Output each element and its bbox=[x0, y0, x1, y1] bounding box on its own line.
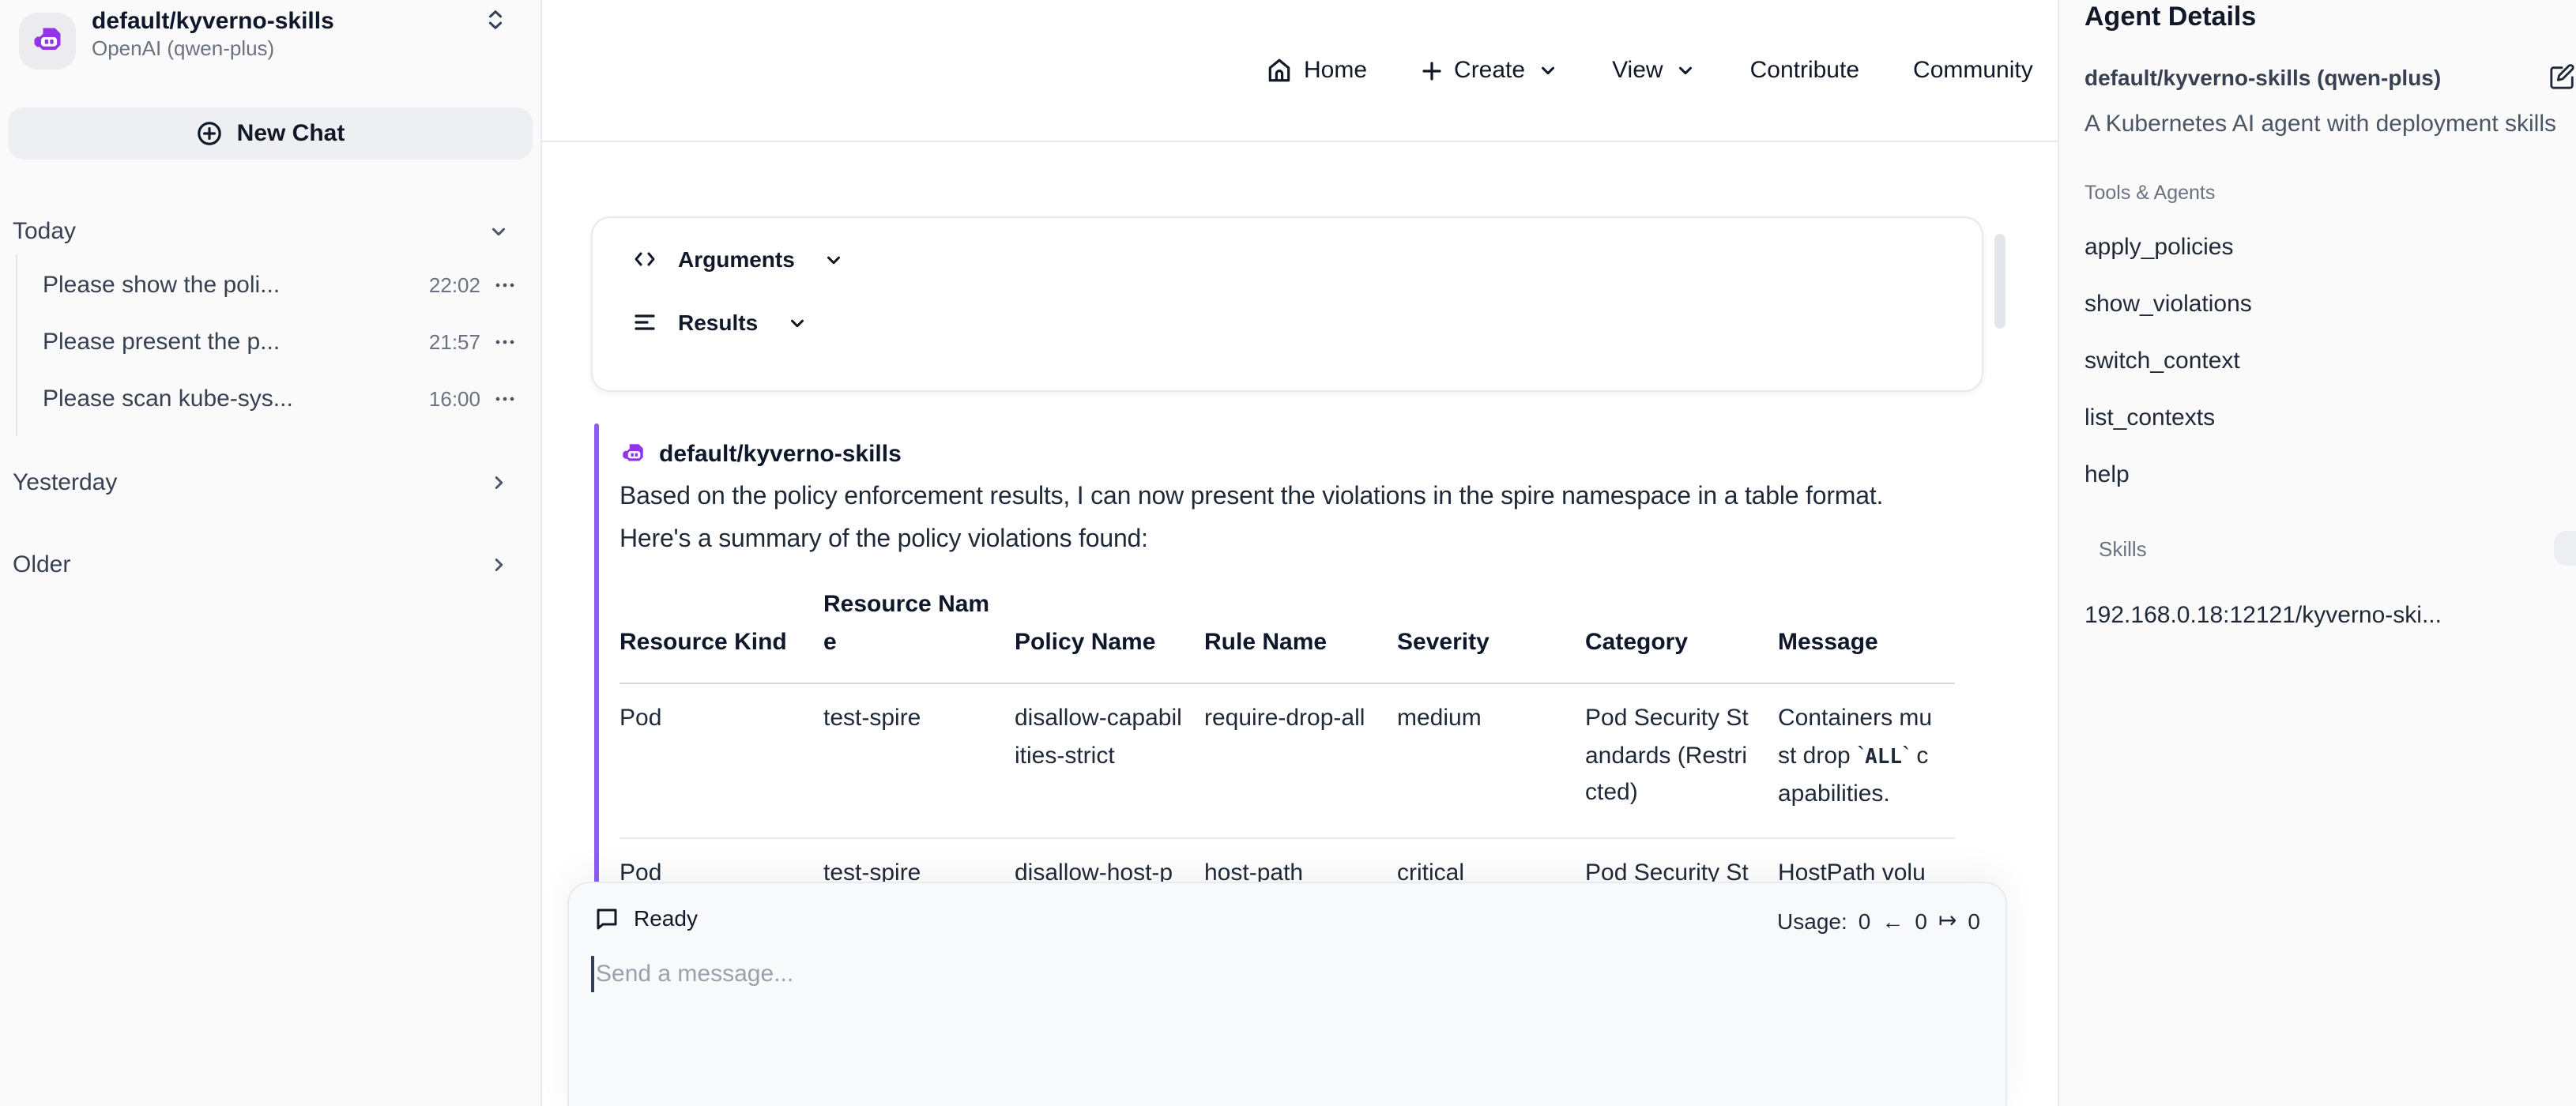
table-row: Pod test-spire disallow-capabilities-str… bbox=[620, 684, 1955, 838]
nav-view[interactable]: View bbox=[1612, 57, 1697, 84]
chevron-down-icon bbox=[786, 312, 807, 333]
more-options-icon[interactable] bbox=[493, 273, 517, 297]
text-cursor bbox=[591, 956, 593, 992]
tools-section-label: Tools & Agents bbox=[2085, 182, 2215, 204]
message-paragraph: Based on the policy enforcement results,… bbox=[620, 480, 1955, 515]
column-header: Resource Name bbox=[823, 586, 1015, 662]
status-text: Ready bbox=[634, 905, 698, 931]
code-icon bbox=[632, 246, 657, 272]
results-toggle[interactable]: Results bbox=[632, 310, 807, 335]
column-header: Resource Kind bbox=[620, 624, 823, 662]
section-yesterday[interactable]: Yesterday bbox=[13, 469, 529, 496]
column-header: Message bbox=[1778, 624, 1955, 662]
skills-section-label: Skills bbox=[2099, 536, 2147, 560]
usage-stats: Usage: 0 ← 0 ↦ 0 bbox=[1777, 907, 1980, 934]
agent-description: A Kubernetes AI agent with deployment sk… bbox=[2085, 111, 2559, 137]
section-older[interactable]: Older bbox=[13, 551, 529, 578]
chat-time: 22:02 bbox=[429, 273, 480, 297]
tool-item-switch-context[interactable]: switch_context bbox=[2085, 348, 2576, 374]
agent-details-name: default/kyverno-skills (qwen-plus) bbox=[2085, 65, 2527, 90]
chevron-down-icon bbox=[1538, 60, 1558, 81]
section-guide-line bbox=[16, 254, 17, 436]
chat-bubble-icon bbox=[594, 905, 620, 931]
agent-avatar bbox=[19, 13, 76, 70]
nav-community[interactable]: Community bbox=[1913, 57, 2033, 84]
nav-create[interactable]: Create bbox=[1421, 57, 1558, 84]
message-author-name: default/kyverno-skills bbox=[659, 441, 902, 468]
edit-agent-button[interactable] bbox=[2549, 63, 2576, 90]
chevron-right-icon bbox=[488, 472, 509, 493]
plus-icon bbox=[1421, 59, 1443, 81]
robot-icon bbox=[620, 441, 646, 468]
arrow-left-icon: ← bbox=[1881, 908, 1904, 933]
main-scrollbar[interactable] bbox=[1994, 234, 2005, 329]
usage-label: Usage: bbox=[1777, 908, 1847, 933]
tool-call-card: Arguments Results bbox=[591, 216, 1983, 392]
tool-item-show-violations[interactable]: show_violations bbox=[2085, 291, 2576, 318]
chevron-right-icon bbox=[488, 555, 509, 575]
chat-history-item[interactable]: Please show the poli... 22:02 bbox=[43, 272, 517, 299]
plus-circle-icon bbox=[196, 120, 223, 147]
arguments-toggle[interactable]: Arguments bbox=[632, 246, 844, 272]
column-header: Severity bbox=[1397, 624, 1585, 662]
pencil-square-icon bbox=[2549, 63, 2576, 90]
top-nav: Home Create View Contribute bbox=[1266, 0, 2033, 141]
table-header-row: Resource Kind Resource Name Policy Name … bbox=[620, 586, 1955, 684]
agent-details-panel: Agent Details default/kyverno-skills (qw… bbox=[2058, 0, 2576, 1106]
tool-item-list-contexts[interactable]: list_contexts bbox=[2085, 404, 2576, 431]
chevron-down-icon bbox=[488, 221, 509, 242]
message-author: default/kyverno-skills bbox=[620, 441, 902, 468]
chevron-down-icon bbox=[1676, 60, 1697, 81]
nav-contribute[interactable]: Contribute bbox=[1750, 57, 1859, 84]
nav-home[interactable]: Home bbox=[1266, 57, 1367, 84]
app-window: kagent Home Create View bbox=[0, 0, 2576, 1106]
more-options-icon[interactable] bbox=[493, 387, 517, 411]
chat-history-item[interactable]: Please scan kube-sys... 16:00 bbox=[43, 386, 517, 412]
skills-section: Skills 1 bbox=[2099, 531, 2576, 566]
usage-total: 0 bbox=[1859, 908, 1871, 933]
skill-item[interactable]: 192.168.0.18:12121/kyverno-ski... bbox=[2085, 602, 2442, 629]
message-paragraph: Here's a summary of the policy violation… bbox=[620, 523, 1955, 558]
agent-selector-model: OpenAI (qwen-plus) bbox=[92, 36, 274, 60]
usage-input: 0 bbox=[1915, 908, 1927, 933]
home-icon bbox=[1266, 57, 1293, 84]
agent-selector-name: default/kyverno-skills bbox=[92, 8, 334, 35]
column-header: Category bbox=[1585, 624, 1778, 662]
agent-selector-toggle[interactable] bbox=[484, 8, 507, 32]
tool-item-apply-policies[interactable]: apply_policies bbox=[2085, 234, 2576, 261]
column-header: Policy Name bbox=[1015, 624, 1204, 662]
section-today[interactable]: Today bbox=[13, 218, 529, 245]
chat-time: 21:57 bbox=[429, 330, 480, 354]
left-sidebar: default/kyverno-skills OpenAI (qwen-plus… bbox=[0, 0, 542, 1106]
usage-output: 0 bbox=[1968, 908, 1980, 933]
skills-count-badge: 1 bbox=[2554, 531, 2576, 566]
chat-history-item[interactable]: Please present the p... 21:57 bbox=[43, 329, 517, 356]
main-area: kagent Home Create View bbox=[542, 0, 2058, 1106]
new-chat-button[interactable]: New Chat bbox=[8, 107, 533, 160]
column-header: Rule Name bbox=[1204, 624, 1397, 662]
tool-item-help[interactable]: help bbox=[2085, 461, 2576, 488]
chat-time: 16:00 bbox=[429, 387, 480, 411]
chevrons-up-down-icon bbox=[484, 8, 507, 32]
message-input[interactable]: Send a message... bbox=[596, 961, 793, 988]
more-options-icon[interactable] bbox=[493, 330, 517, 354]
agent-details-title: Agent Details bbox=[2085, 2, 2256, 33]
chevron-down-icon bbox=[823, 249, 844, 269]
list-icon bbox=[632, 310, 657, 335]
composer-panel: Ready Usage: 0 ← 0 ↦ 0 Send a message... bbox=[567, 882, 2007, 1106]
status-indicator: Ready bbox=[594, 905, 698, 931]
message-accent-bar bbox=[594, 423, 599, 888]
arrow-mapsto-icon: ↦ bbox=[1938, 907, 1956, 934]
